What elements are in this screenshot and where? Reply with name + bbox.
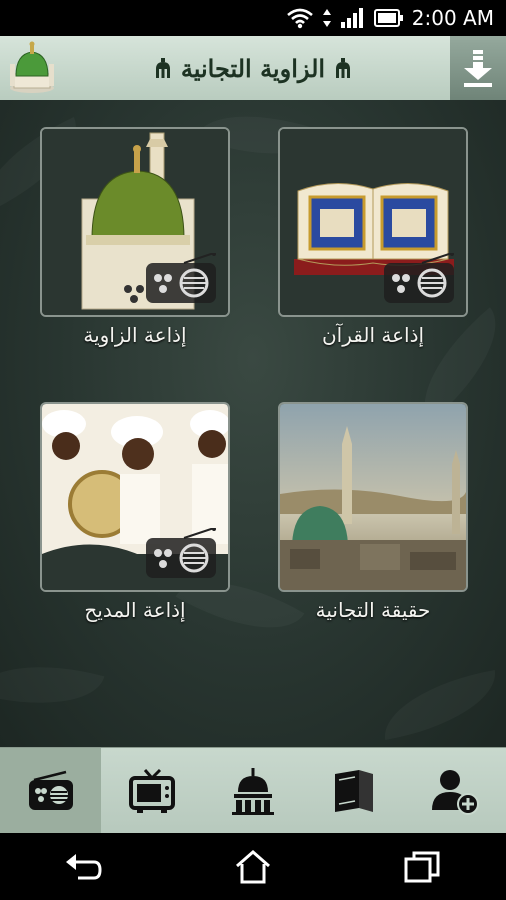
tile-frame	[278, 127, 468, 317]
tile-frame	[278, 402, 468, 592]
app-bar: الزاوية التجانية	[0, 36, 506, 101]
radio-badge-icon	[146, 528, 216, 578]
download-button[interactable]	[450, 36, 506, 100]
tab-books[interactable]	[304, 748, 405, 834]
app-title-text: الزاوية التجانية	[180, 53, 326, 83]
mosque-ornament-icon	[336, 58, 351, 78]
tab-radio[interactable]	[0, 748, 102, 834]
tile-tijaniya-truth[interactable]: حقيقة التجانية	[278, 402, 468, 622]
battery-icon	[373, 9, 403, 27]
radio-badge-icon	[384, 253, 454, 303]
tab-mosque[interactable]	[202, 748, 303, 834]
status-time: 2:00 AM	[411, 6, 494, 30]
add-user-icon	[432, 770, 480, 815]
tile-label: إذاعة الزاوية	[83, 323, 187, 347]
tile-label: حقيقة التجانية	[315, 598, 431, 622]
status-icons: 2:00 AM	[286, 0, 494, 36]
tile-frame	[40, 127, 230, 317]
download-icon	[464, 50, 492, 87]
tile-frame	[40, 402, 230, 592]
back-icon	[66, 853, 102, 879]
app-logo-icon[interactable]	[6, 40, 58, 96]
tv-icon	[128, 768, 175, 813]
status-bar: 2:00 AM	[0, 0, 506, 36]
mosque-city-image	[280, 404, 466, 590]
data-transfer-icon	[322, 9, 331, 27]
background-leaf	[0, 645, 104, 724]
radio-badge-icon	[146, 253, 216, 303]
recents-button[interactable]	[392, 842, 452, 892]
tab-tv[interactable]	[101, 748, 202, 834]
tile-quran-radio[interactable]: إذاعة القرآن	[278, 127, 468, 347]
tile-label: إذاعة المديح	[84, 598, 186, 622]
home-button[interactable]	[223, 842, 283, 892]
signal-icon	[340, 8, 363, 28]
mosque-icon	[232, 768, 274, 815]
main-grid: إذاعة القرآن إذاعة الزاوية حقيقة التجاني…	[0, 100, 506, 747]
back-button[interactable]	[54, 842, 114, 892]
background-leaf	[377, 670, 504, 740]
recents-icon	[404, 851, 440, 882]
tile-madih-radio[interactable]: إذاعة المديح	[40, 402, 230, 622]
tile-zawiya-radio[interactable]: إذاعة الزاوية	[40, 127, 230, 347]
wifi-icon	[286, 8, 313, 29]
mosque-ornament-icon	[155, 58, 170, 78]
books-icon	[335, 770, 374, 812]
tab-bar	[0, 747, 506, 834]
radio-icon	[28, 770, 73, 810]
app-title: الزاوية التجانية	[60, 36, 446, 100]
system-nav-bar	[0, 833, 506, 900]
home-icon	[235, 849, 270, 883]
tile-label: إذاعة القرآن	[321, 323, 425, 347]
tab-add-user[interactable]	[405, 748, 506, 834]
